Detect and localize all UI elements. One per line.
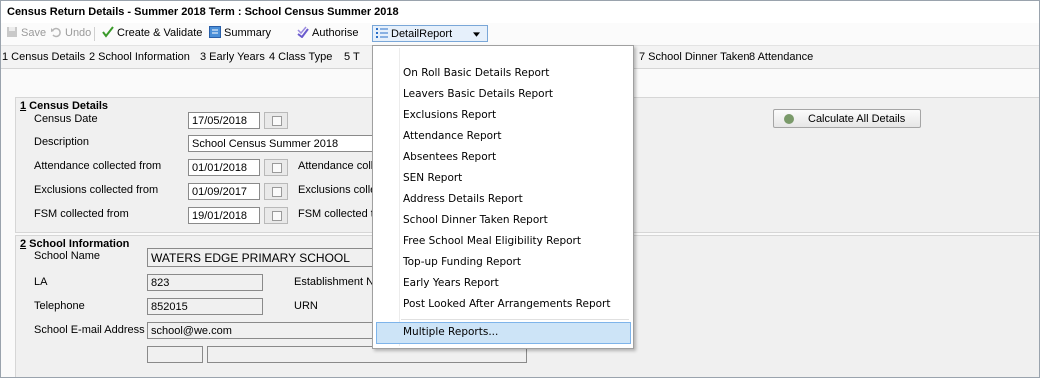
menu-item-fsm-eligibility[interactable]: Free School Meal Eligibility Report [403, 235, 581, 247]
school-name-field[interactable]: WATERS EDGE PRIMARY SCHOOL [147, 248, 377, 267]
school-information-heading: 2 School Information [20, 238, 130, 250]
tab-attendance[interactable]: 8 Attendance [749, 51, 813, 63]
attendance-to-label: Attendance colle [298, 160, 380, 172]
menu-item-leavers-basic-details[interactable]: Leavers Basic Details Report [403, 88, 553, 100]
telephone-label: Telephone [34, 300, 85, 312]
multiple-reports-label: Multiple Reports... [403, 326, 499, 338]
menu-item-on-roll-basic-details[interactable]: On Roll Basic Details Report [403, 67, 549, 79]
menu-gutter [399, 48, 400, 346]
exclusions-from-label: Exclusions collected from [34, 184, 159, 196]
tab-early-years[interactable]: 3 Early Years [200, 51, 265, 63]
menu-item-address-details[interactable]: Address Details Report [403, 193, 523, 205]
menu-item-exclusions[interactable]: Exclusions Report [403, 109, 496, 121]
census-date-label: Census Date [34, 113, 98, 125]
create-validate-button[interactable]: Create & Validate [99, 25, 205, 42]
attendance-from-field[interactable]: 01/01/2018 [188, 159, 260, 176]
urn-label: URN [294, 300, 318, 312]
save-icon [7, 27, 17, 37]
exclusions-from-field[interactable]: 01/09/2017 [188, 183, 260, 200]
save-button[interactable]: Save [3, 25, 49, 42]
undo-icon [51, 27, 61, 38]
menu-divider [401, 319, 629, 320]
calendar-icon[interactable] [264, 183, 288, 200]
census-details-heading: 1 Census Details [20, 100, 109, 112]
calendar-icon[interactable] [264, 112, 288, 129]
menu-item-school-dinner-taken[interactable]: School Dinner Taken Report [403, 214, 548, 226]
establishment-label: Establishment N [294, 276, 375, 288]
fsm-to-label: FSM collected to [298, 208, 380, 220]
description-field[interactable]: School Census Summer 2018 [188, 135, 374, 152]
chevron-down-icon [473, 32, 480, 37]
menu-item-top-up-funding[interactable]: Top-up Funding Report [403, 256, 521, 268]
la-field[interactable]: 823 [147, 274, 263, 291]
calendar-icon[interactable] [264, 207, 288, 224]
school-phase-field-partial[interactable] [147, 346, 203, 363]
attendance-from-label: Attendance collected from [34, 160, 162, 172]
school-name-label: School Name [34, 250, 101, 262]
toolbar: Save Undo Create & Validate Summary Auth… [1, 23, 1039, 46]
menu-item-attendance[interactable]: Attendance Report [403, 130, 501, 142]
menu-item-post-looked-after[interactable]: Post Looked After Arrangements Report [403, 298, 610, 310]
la-label: LA [34, 276, 48, 288]
menu-item-early-years[interactable]: Early Years Report [403, 277, 499, 289]
exclusions-to-label: Exclusions colle [298, 184, 377, 196]
tab-census-details[interactable]: 1 Census Details [2, 51, 85, 63]
tab-school-dinner-taken[interactable]: 7 School Dinner Taken [639, 51, 749, 63]
tab-class-type[interactable]: 4 Class Type [269, 51, 332, 63]
tab-school-information[interactable]: 2 School Information [89, 51, 190, 63]
calculate-icon [784, 114, 794, 124]
email-label: School E-mail Address [34, 324, 145, 336]
fsm-from-label: FSM collected from [34, 208, 129, 220]
list-icon [376, 28, 388, 38]
telephone-field[interactable]: 852015 [147, 298, 263, 315]
authorise-icon [297, 26, 309, 38]
description-label: Description [34, 136, 90, 148]
detail-report-button[interactable]: DetailReport [372, 25, 488, 42]
calculate-all-details-button[interactable]: Calculate All Details [773, 109, 921, 128]
menu-item-absentees[interactable]: Absentees Report [403, 151, 496, 163]
toolbar-separator [94, 27, 95, 41]
title-bar: Census Return Details - Summer 2018 Term… [1, 1, 1039, 23]
census-return-window: Census Return Details - Summer 2018 Term… [0, 0, 1040, 378]
census-date-field[interactable]: 17/05/2018 [188, 112, 260, 129]
undo-button[interactable]: Undo [47, 25, 94, 42]
authorise-button[interactable]: Authorise [294, 25, 361, 42]
fsm-from-field[interactable]: 19/01/2018 [188, 207, 260, 224]
window-title: Census Return Details - Summer 2018 Term… [7, 6, 399, 18]
calendar-icon[interactable] [264, 159, 288, 176]
detail-report-dropdown: On Roll Basic Details Report Leavers Bas… [372, 45, 634, 349]
checkmark-icon [102, 26, 114, 38]
menu-item-sen[interactable]: SEN Report [403, 172, 462, 184]
summary-button[interactable]: Summary [206, 25, 274, 42]
tab-5[interactable]: 5 T [344, 51, 360, 63]
summary-icon [209, 26, 221, 38]
